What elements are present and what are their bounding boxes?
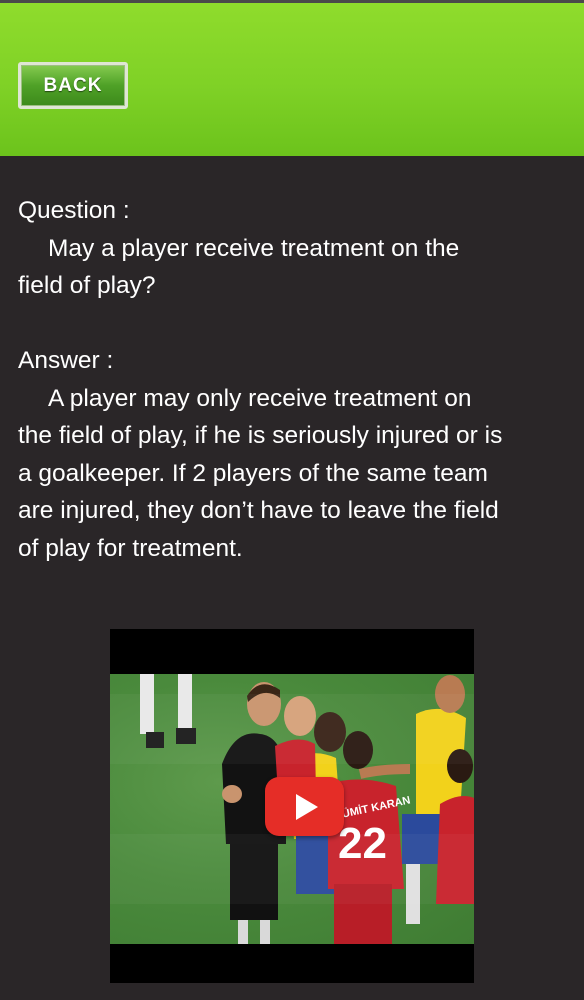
qa-content: Question : May a player receive treatmen… bbox=[18, 192, 548, 567]
pitch-stripe bbox=[110, 834, 474, 904]
play-icon bbox=[296, 793, 318, 820]
answer-text-line: A player may only receive treatment on bbox=[48, 384, 472, 412]
question-text-line: field of play? bbox=[18, 272, 156, 299]
question-label: Question : bbox=[18, 197, 130, 224]
top-bar: BACK bbox=[0, 0, 584, 156]
answer-text-line: the field of play, if he is seriously in… bbox=[18, 422, 503, 449]
answer-text-line: a goalkeeper. If 2 players of the same t… bbox=[18, 459, 488, 487]
back-button[interactable]: BACK bbox=[18, 62, 128, 109]
pitch-stripe bbox=[110, 694, 474, 764]
answer-label: Answer : bbox=[18, 347, 114, 374]
answer-text-line: are injured, they don’t have to leave th… bbox=[18, 497, 499, 524]
video-player[interactable]: 22 ÜMİT KARAN bbox=[110, 629, 474, 983]
answer-text-line: of play for treatment. bbox=[18, 534, 243, 562]
play-button[interactable] bbox=[265, 777, 344, 836]
question-text-line: May a player receive treatment on the bbox=[48, 234, 460, 262]
